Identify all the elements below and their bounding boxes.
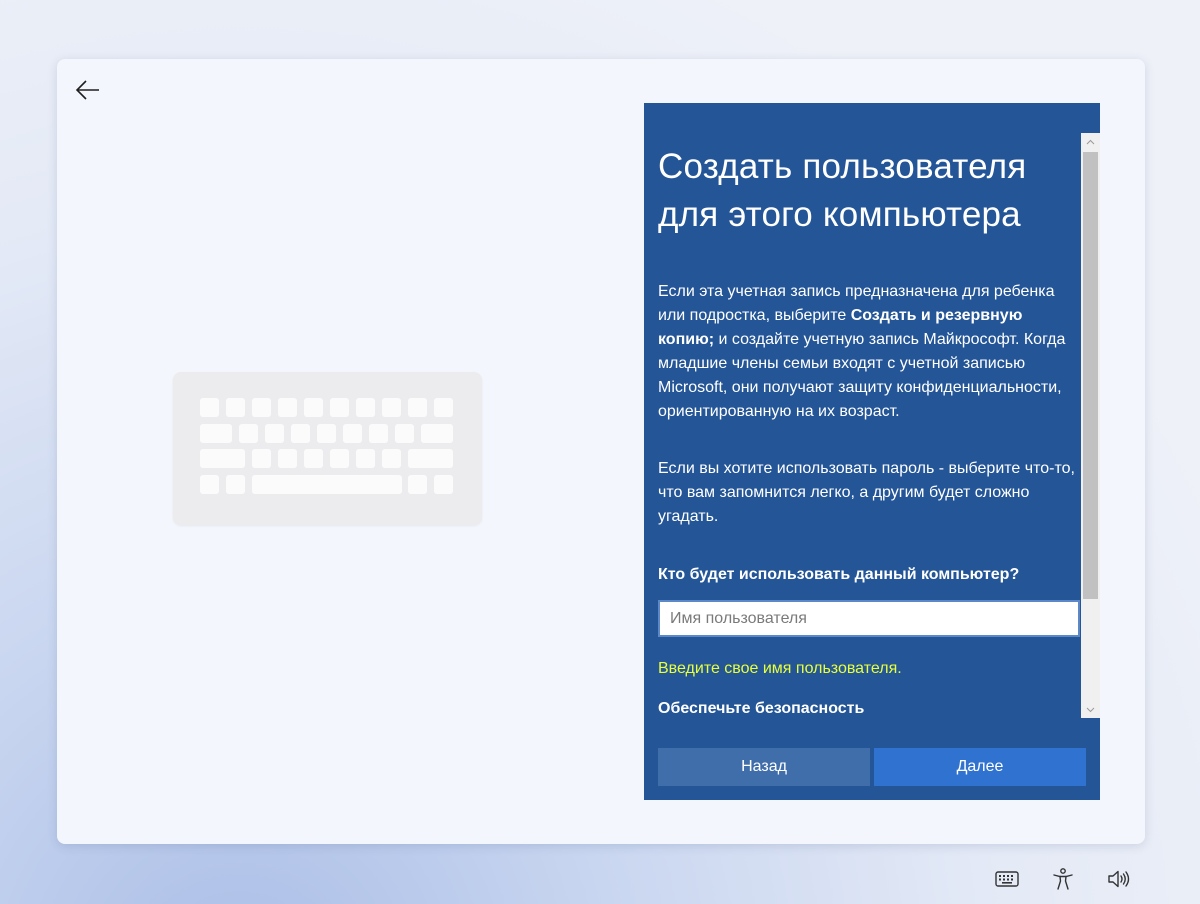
panel-scrollbar[interactable] [1081, 133, 1100, 718]
volume-icon[interactable] [1106, 866, 1132, 892]
keyboard-key [421, 424, 453, 443]
keyboard-key [382, 449, 401, 468]
keyboard-key [226, 398, 245, 417]
keyboard-key [330, 398, 349, 417]
keyboard-key [252, 475, 402, 494]
keyboard-illustration [173, 372, 482, 525]
scrollbar-thumb[interactable] [1083, 152, 1098, 599]
keyboard-key [369, 424, 388, 443]
username-hint: Введите свое имя пользователя. [658, 660, 902, 677]
keyboard-key [343, 424, 362, 443]
child-account-description: Если эта учетная запись предназначена дл… [658, 280, 1080, 424]
keyboard-key [226, 475, 245, 494]
keyboard-key [252, 449, 271, 468]
page-title-line-2: для этого компьютера [658, 195, 1021, 234]
keyboard-key [239, 424, 258, 443]
keyboard-key [330, 449, 349, 468]
keyboard-key [200, 398, 219, 417]
page-title-line-1: Создать пользователя [658, 147, 1027, 186]
scroll-up-icon[interactable] [1081, 133, 1100, 150]
user-question-label: Кто будет использовать данный компьютер? [658, 566, 1020, 583]
panel-content: Создать пользователя для этого компьютер… [658, 103, 1080, 718]
keyboard-key [278, 398, 297, 417]
keyboard-key [408, 475, 427, 494]
next-button[interactable]: Далее [874, 748, 1086, 786]
keyboard-key [434, 475, 453, 494]
keyboard-key [395, 424, 414, 443]
create-user-panel: Создать пользователя для этого компьютер… [644, 103, 1100, 800]
scroll-down-icon[interactable] [1081, 701, 1100, 718]
keyboard-key [200, 449, 245, 468]
keyboard-key [252, 398, 271, 417]
keyboard-key [265, 424, 284, 443]
description-text-2: и создайте учетную запись Майкрософт. Ко… [658, 331, 1066, 420]
security-section-heading: Обеспечьте безопасность [658, 700, 865, 717]
keyboard-key [317, 424, 336, 443]
keyboard-key [356, 398, 375, 417]
username-input[interactable] [658, 600, 1080, 637]
password-description: Если вы хотите использовать пароль - выб… [658, 460, 1075, 525]
keyboard-key [304, 398, 323, 417]
accessibility-icon[interactable] [1050, 866, 1076, 892]
page-title: Создать пользователя для этого компьютер… [658, 143, 1080, 239]
keyboard-key [434, 398, 453, 417]
back-button[interactable]: Назад [658, 748, 870, 786]
keyboard-key [278, 449, 297, 468]
back-arrow-icon[interactable] [74, 76, 102, 104]
keyboard-key [356, 449, 375, 468]
keyboard-icon[interactable] [994, 866, 1020, 892]
keyboard-key [304, 449, 323, 468]
keyboard-key [200, 475, 219, 494]
keyboard-key [408, 398, 427, 417]
keyboard-key [408, 449, 453, 468]
keyboard-key [291, 424, 310, 443]
keyboard-key [382, 398, 401, 417]
keyboard-key [200, 424, 232, 443]
